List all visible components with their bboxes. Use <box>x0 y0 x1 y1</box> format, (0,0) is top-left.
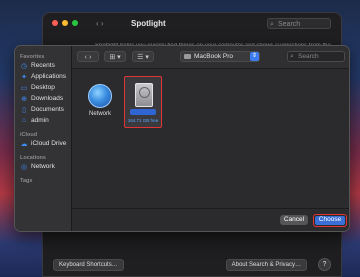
dialog-footer: Cancel Choose <box>72 208 349 231</box>
sidebar-item-label: Documents <box>31 106 64 113</box>
sidebar-item-recents[interactable]: ◷ Recents <box>15 60 71 71</box>
item-label-selected <box>130 109 156 115</box>
chevron-left-icon[interactable]: ‹ <box>85 54 87 61</box>
chevron-updown-icon: ⇕ <box>250 52 259 61</box>
sidebar-item-label: Downloads <box>31 95 64 102</box>
sidebar: Favorites ◷ Recents ✦ Applications ▭ Deskto… <box>15 46 72 231</box>
sidebar-item-applications[interactable]: ✦ Applications <box>15 71 71 82</box>
cloud-icon: ☁ <box>20 140 28 148</box>
sidebar-item-label: Applications <box>31 73 67 80</box>
minimize-window-button[interactable] <box>62 20 68 26</box>
search-placeholder: Search <box>298 53 319 60</box>
sidebar-item-label: admin <box>31 117 49 124</box>
close-window-button[interactable] <box>52 20 58 26</box>
sidebar-section-tags: Tags <box>20 178 33 184</box>
sidebar-item-icloud-drive[interactable]: ☁ iCloud Drive <box>15 138 71 149</box>
cancel-button[interactable]: Cancel <box>280 215 308 225</box>
toolbar: ‹ › ⊞ ▾ ☰ ▾ MacBook Pro ⇕ ⌕ Search <box>72 46 349 69</box>
choose-button-label: Choose <box>315 216 345 225</box>
sidebar-item-desktop[interactable]: ▭ Desktop <box>15 82 71 93</box>
macintosh-hd-item[interactable]: 164.71 GB free <box>124 76 162 128</box>
back-forward-icon[interactable]: ‹ › <box>96 19 104 28</box>
window-controls <box>52 20 78 26</box>
grid-icon: ⊞ ▾ <box>109 54 121 61</box>
documents-icon: ▯ <box>22 106 26 114</box>
back-forward-buttons[interactable]: ‹ › <box>77 51 99 62</box>
sidebar-item-label: Recents <box>31 62 55 69</box>
item-free-space: 164.71 GB free <box>127 118 159 123</box>
network-item[interactable]: Network <box>82 84 118 117</box>
sidebar-item-label: iCloud Drive <box>31 140 67 147</box>
laptop-icon <box>184 54 191 59</box>
location-label: MacBook Pro <box>194 53 234 60</box>
list-icon: ☰ ▾ <box>137 54 149 61</box>
home-icon: ⌂ <box>21 117 27 124</box>
file-chooser-dialog: Favorites ◷ Recents ✦ Applications ▭ Deskto… <box>14 45 350 232</box>
sidebar-item-label: Desktop <box>31 84 55 91</box>
network-icon: ◎ <box>20 163 28 171</box>
location-popup[interactable]: MacBook Pro ⇕ <box>180 51 260 62</box>
sidebar-item-admin[interactable]: ⌂ admin <box>15 115 71 126</box>
item-label: Network <box>88 111 111 117</box>
icon-view-button[interactable]: ⊞ ▾ <box>104 51 126 62</box>
group-by-button[interactable]: ☰ ▾ <box>132 51 154 62</box>
settings-search-input[interactable]: Search <box>267 18 331 30</box>
applications-icon: ✦ <box>21 73 27 81</box>
file-browser: ‹ › ⊞ ▾ ☰ ▾ MacBook Pro ⇕ ⌕ Search Netwo… <box>72 46 349 231</box>
window-title: Spotlight <box>131 19 166 28</box>
sidebar-item-label: Network <box>31 163 55 170</box>
keyboard-shortcuts-button[interactable]: Keyboard Shortcuts… <box>53 259 124 271</box>
hard-disk-icon <box>135 83 153 107</box>
about-search-privacy-button[interactable]: About Search & Privacy… <box>225 259 307 271</box>
help-button[interactable]: ? <box>318 258 331 271</box>
sidebar-item-downloads[interactable]: ⊕ Downloads <box>15 93 71 104</box>
desktop-icon: ▭ <box>20 84 28 92</box>
downloads-icon: ⊕ <box>21 95 27 103</box>
choose-button[interactable]: Choose <box>313 214 347 227</box>
sidebar-item-documents[interactable]: ▯ Documents <box>15 104 71 115</box>
search-input[interactable]: ⌕ Search <box>287 51 345 62</box>
sidebar-item-network[interactable]: ◎ Network <box>15 161 71 172</box>
search-icon: ⌕ <box>290 53 294 60</box>
zoom-window-button[interactable] <box>72 20 78 26</box>
network-globe-icon <box>88 84 112 108</box>
clock-icon: ◷ <box>20 62 28 70</box>
chevron-right-icon[interactable]: › <box>89 54 91 61</box>
